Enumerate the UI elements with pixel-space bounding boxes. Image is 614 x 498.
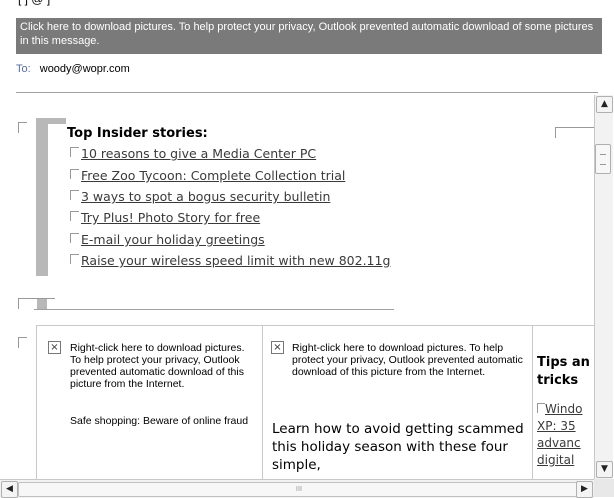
image-placeholder-icon bbox=[70, 169, 79, 179]
message-header-clipped: [ ] @ ] bbox=[0, 0, 614, 18]
tip-link[interactable]: digital bbox=[537, 452, 597, 469]
story-link[interactable]: 10 reasons to give a Media Center PC bbox=[70, 146, 316, 168]
placeholder-bar-top bbox=[48, 118, 66, 124]
tip-link[interactable]: advanc bbox=[537, 435, 597, 452]
header-separator bbox=[16, 92, 598, 93]
story-link[interactable]: 3 ways to spot a bogus security bulletin bbox=[70, 189, 330, 211]
tip-link[interactable]: Windo bbox=[537, 401, 597, 418]
tip-link[interactable]: XP: 35 bbox=[537, 418, 597, 435]
image-placeholder bbox=[18, 122, 27, 133]
to-label: To: bbox=[16, 63, 31, 75]
horizontal-scroll-thumb[interactable]: III bbox=[18, 482, 580, 497]
tips-heading: Tips an tricks bbox=[537, 355, 590, 388]
block-right-divider bbox=[532, 325, 533, 479]
vertical-scrollbar[interactable]: ▲ ▼ bbox=[594, 95, 613, 479]
to-row: To: woody@wopr.com bbox=[16, 63, 130, 75]
scroll-up-button[interactable]: ▲ bbox=[596, 96, 613, 113]
stories-title: Top Insider stories: bbox=[67, 126, 208, 141]
vertical-scroll-thumb[interactable] bbox=[595, 144, 611, 174]
image-placeholder bbox=[18, 337, 27, 348]
image-placeholder-icon bbox=[70, 254, 79, 264]
image-placeholder-icon bbox=[70, 190, 79, 200]
story-link[interactable]: Raise your wireless speed limit with new… bbox=[70, 253, 390, 275]
story-link[interactable]: E-mail your holiday greetings bbox=[70, 232, 265, 254]
scroll-down-button[interactable]: ▼ bbox=[596, 461, 613, 478]
blocked-image-icon[interactable]: × bbox=[48, 341, 61, 354]
blocked-image-notice[interactable]: Right-click here to download pictures. T… bbox=[70, 342, 256, 390]
block-top-line bbox=[36, 325, 594, 326]
header-fragment: [ ] @ ] bbox=[18, 0, 50, 6]
placeholder-bar bbox=[36, 118, 48, 276]
block-left-border bbox=[36, 325, 37, 479]
horizontal-scrollbar[interactable]: ◀ III ▶ bbox=[0, 479, 594, 498]
block-middle-divider bbox=[262, 325, 263, 479]
story-link[interactable]: Try Plus! Photo Story for free bbox=[70, 210, 260, 232]
blocked-image-notice[interactable]: Right-click here to download pictures. T… bbox=[292, 342, 524, 404]
blocked-image-alt-text: Safe shopping: Beware of online fraud bbox=[70, 415, 249, 427]
image-placeholder-icon bbox=[70, 211, 79, 221]
image-placeholder-icon bbox=[70, 233, 79, 243]
image-placeholder-small bbox=[18, 298, 55, 309]
to-address: woody@wopr.com bbox=[39, 63, 130, 75]
scroll-left-button[interactable]: ◀ bbox=[1, 481, 18, 498]
blocked-image-icon[interactable]: × bbox=[271, 341, 284, 354]
section-divider bbox=[34, 309, 394, 310]
download-pictures-infobar[interactable]: Click here to download pictures. To help… bbox=[16, 18, 602, 54]
scroll-right-button[interactable]: ▶ bbox=[576, 481, 593, 498]
article-teaser: Learn how to avoid getting scammed this … bbox=[272, 421, 524, 473]
story-link[interactable]: Free Zoo Tycoon: Complete Collection tri… bbox=[70, 168, 345, 190]
scrollbar-corner bbox=[594, 479, 614, 497]
image-placeholder-right bbox=[555, 127, 596, 138]
image-placeholder-icon bbox=[70, 147, 79, 157]
